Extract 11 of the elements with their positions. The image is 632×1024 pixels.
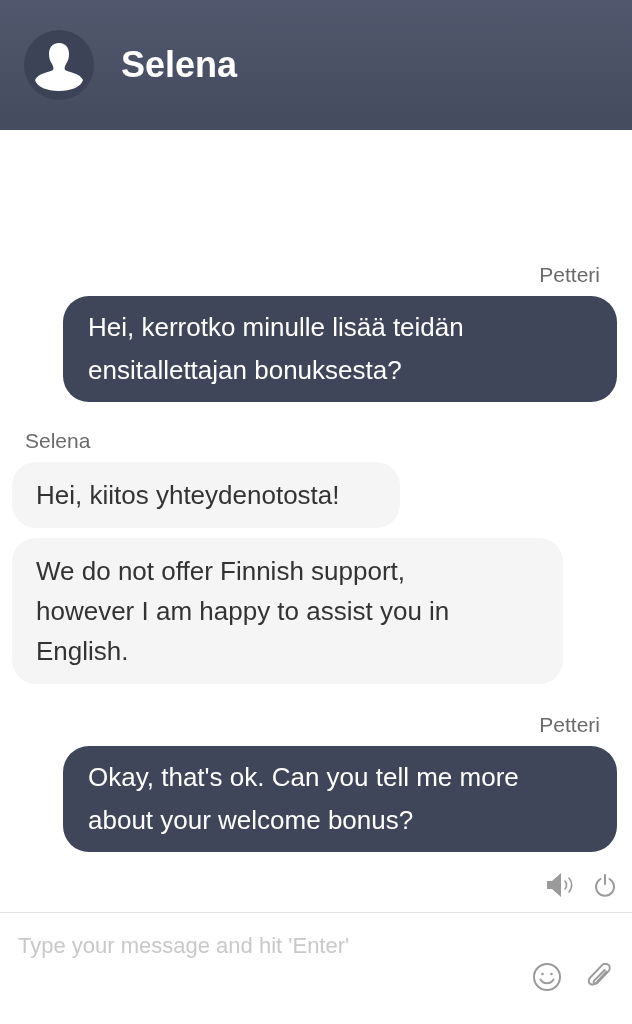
power-icon bbox=[594, 873, 616, 897]
sender-name: Selena bbox=[25, 428, 91, 454]
sender-name: Petteri bbox=[539, 262, 600, 288]
message-bubble: Hei, kiitos yhteydenotosta! bbox=[12, 462, 400, 528]
message-bubble: Hei, kerrotko minulle lisää teidän ensitallettajan bonuksesta? bbox=[63, 296, 617, 402]
avatar-icon bbox=[24, 30, 94, 100]
message-bubble: We do not offer Finnish support, however I am happy to assist you in English. bbox=[12, 538, 563, 684]
sender-name: Petteri bbox=[539, 712, 600, 738]
chat-title: Selena bbox=[121, 47, 238, 83]
smiley-icon bbox=[532, 963, 562, 991]
message-bubble: Okay, that's ok. Can you tell me more about your welcome bonus? bbox=[63, 746, 617, 852]
